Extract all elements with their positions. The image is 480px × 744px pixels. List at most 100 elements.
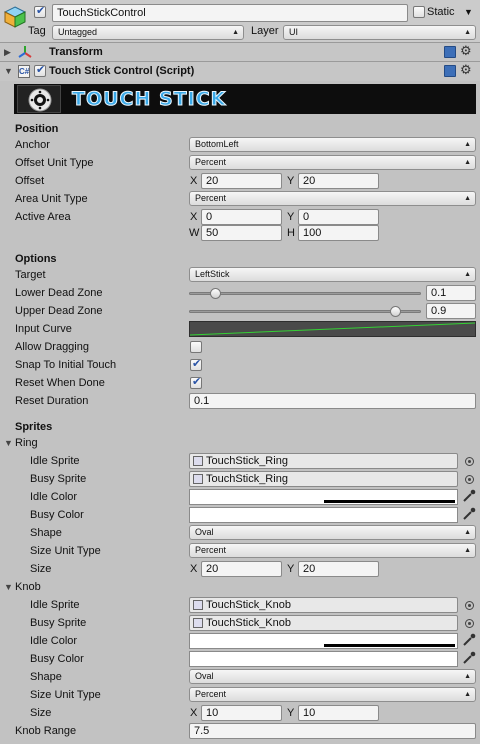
ring-idle-sprite-field[interactable]: TouchStick_Ring	[189, 453, 458, 469]
ring-foldout-label[interactable]: Ring	[15, 434, 38, 452]
alpha-bar	[324, 644, 455, 647]
ring-fold-expanded-icon[interactable]: ▼	[4, 434, 13, 452]
anchor-value: BottomLeft	[195, 139, 239, 149]
reset-when-done-checkbox[interactable]: ✔	[190, 376, 202, 389]
static-dropdown-arrow[interactable]: ▼	[464, 3, 473, 21]
ring-size-label: Size	[30, 563, 52, 575]
upper-dead-zone-label: Upper Dead Zone	[15, 305, 103, 317]
eyedropper-icon[interactable]	[462, 651, 476, 665]
knob-busy-sprite-field[interactable]: TouchStick_Knob	[189, 615, 458, 631]
area-y-field[interactable]: 0	[298, 209, 379, 225]
area-h-field[interactable]: 100	[298, 225, 379, 241]
knob-size-unit-dropdown[interactable]: Percent ▲	[189, 687, 476, 702]
ring-shape-dropdown[interactable]: Oval ▲	[189, 525, 476, 540]
object-picker-icon[interactable]	[465, 475, 474, 484]
ring-idle-color-label: Idle Color	[30, 491, 78, 503]
dropdown-arrow-icon: ▲	[464, 547, 471, 554]
ring-busy-color-swatch[interactable]	[189, 507, 458, 523]
gear-icon[interactable]: ⚙	[460, 44, 472, 58]
x-axis-label: X	[190, 707, 198, 719]
y-axis-label: Y	[287, 211, 295, 223]
offset-unit-value: Percent	[195, 157, 227, 167]
offset-unit-dropdown[interactable]: Percent ▲	[189, 155, 476, 170]
upper-dead-zone-field[interactable]: 0.9	[426, 303, 476, 319]
gameobject-name-field[interactable]: TouchStickControl	[52, 4, 408, 22]
fold-collapsed-icon[interactable]: ▶	[4, 43, 11, 61]
lower-dead-zone-slider-track[interactable]	[189, 292, 421, 295]
area-x-field[interactable]: 0	[201, 209, 282, 225]
ring-idle-color-swatch[interactable]	[189, 489, 458, 505]
eyedropper-icon[interactable]	[462, 507, 476, 521]
knob-fold-expanded-icon[interactable]: ▼	[4, 578, 13, 596]
upper-dead-zone-slider-thumb[interactable]	[390, 306, 401, 317]
sprite-asset-icon	[193, 474, 203, 484]
fold-expanded-icon[interactable]: ▼	[4, 62, 13, 80]
upper-dead-zone-slider-track[interactable]	[189, 310, 421, 313]
area-w-field[interactable]: 50	[201, 225, 282, 241]
area-unit-value: Percent	[195, 193, 227, 203]
knob-idle-color-swatch[interactable]	[189, 633, 458, 649]
object-picker-icon[interactable]	[465, 601, 474, 610]
script-title: Touch Stick Control (Script)	[49, 65, 195, 77]
object-picker-icon[interactable]	[465, 457, 474, 466]
alpha-bar	[324, 500, 455, 503]
lower-dead-zone-slider-thumb[interactable]	[210, 288, 221, 299]
eyedropper-icon[interactable]	[462, 633, 476, 647]
offset-x-field[interactable]: 20	[201, 173, 282, 189]
knob-size-x-field[interactable]: 10	[201, 705, 282, 721]
reset-duration-label: Reset Duration	[15, 395, 89, 407]
dropdown-arrow-icon: ▲	[464, 529, 471, 536]
sprite-asset-icon	[193, 618, 203, 628]
input-curve-label: Input Curve	[15, 323, 72, 335]
input-curve-field[interactable]	[189, 321, 476, 337]
area-unit-dropdown[interactable]: Percent ▲	[189, 191, 476, 206]
static-checkbox[interactable]	[413, 6, 425, 18]
dropdown-arrow-icon: ▲	[232, 29, 239, 36]
dropdown-arrow-icon: ▲	[464, 673, 471, 680]
snap-to-initial-touch-checkbox[interactable]: ✔	[190, 358, 202, 371]
ring-shape-label: Shape	[30, 527, 62, 539]
ring-idle-sprite-label: Idle Sprite	[30, 455, 80, 467]
dropdown-arrow-icon: ▲	[464, 195, 471, 202]
knob-size-unit-label: Size Unit Type	[30, 689, 101, 701]
object-picker-icon[interactable]	[465, 619, 474, 628]
tag-dropdown[interactable]: Untagged ▲	[52, 25, 244, 40]
ring-size-x-field[interactable]: 20	[201, 561, 282, 577]
ring-size-unit-dropdown[interactable]: Percent ▲	[189, 543, 476, 558]
lower-dead-zone-field[interactable]: 0.1	[426, 285, 476, 301]
reset-duration-field[interactable]: 0.1	[189, 393, 476, 409]
eyedropper-icon[interactable]	[462, 489, 476, 503]
knob-range-field[interactable]: 7.5	[189, 723, 476, 739]
gameobject-active-checkbox[interactable]: ✔	[34, 5, 46, 18]
anchor-dropdown[interactable]: BottomLeft ▲	[189, 137, 476, 152]
dropdown-arrow-icon: ▲	[464, 271, 471, 278]
script-enabled-checkbox[interactable]: ✔	[34, 64, 46, 77]
ring-size-y-field[interactable]: 20	[298, 561, 379, 577]
ring-busy-sprite-field[interactable]: TouchStick_Ring	[189, 471, 458, 487]
knob-busy-color-swatch[interactable]	[189, 651, 458, 667]
knob-foldout-label[interactable]: Knob	[15, 578, 41, 596]
ring-busy-color-label: Busy Color	[30, 509, 84, 521]
transform-title: Transform	[49, 46, 103, 58]
gameobject-cube-icon	[3, 5, 27, 29]
lower-dead-zone-label: Lower Dead Zone	[15, 287, 103, 299]
offset-y-field[interactable]: 20	[298, 173, 379, 189]
help-book-icon[interactable]	[444, 46, 456, 58]
tag-label: Tag	[28, 25, 46, 37]
sprite-asset-icon	[193, 456, 203, 466]
layer-dropdown[interactable]: UI ▲	[283, 25, 476, 40]
knob-shape-dropdown[interactable]: Oval ▲	[189, 669, 476, 684]
ring-size-unit-value: Percent	[195, 545, 227, 555]
tag-value: Untagged	[58, 27, 98, 37]
ring-busy-sprite-value: TouchStick_Ring	[206, 473, 288, 485]
knob-idle-sprite-label: Idle Sprite	[30, 599, 80, 611]
knob-busy-sprite-value: TouchStick_Knob	[206, 617, 291, 629]
target-dropdown[interactable]: LeftStick ▲	[189, 267, 476, 282]
knob-size-y-field[interactable]: 10	[298, 705, 379, 721]
sprite-asset-icon	[193, 600, 203, 610]
knob-idle-sprite-field[interactable]: TouchStick_Knob	[189, 597, 458, 613]
layer-value: UI	[289, 27, 298, 37]
gear-icon[interactable]: ⚙	[460, 63, 472, 77]
allow-dragging-checkbox[interactable]	[190, 341, 202, 353]
help-book-icon[interactable]	[444, 65, 456, 77]
